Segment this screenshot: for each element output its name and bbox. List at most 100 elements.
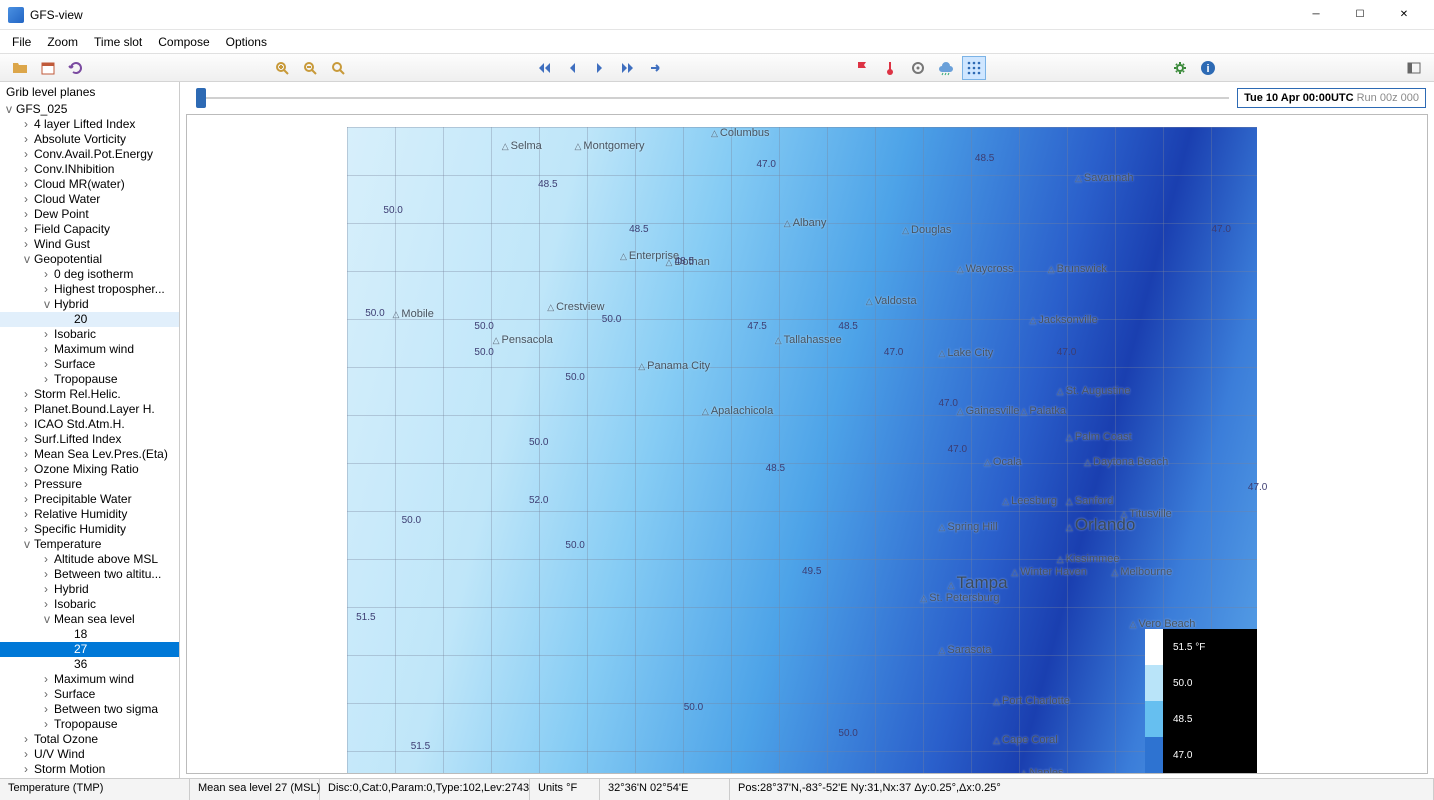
tree-node[interactable]: ›Maximum wind [0,342,179,357]
legend-row: 51.5 °F [1145,629,1257,665]
menu-timeslot[interactable]: Time slot [86,30,150,54]
open-icon[interactable] [8,56,32,80]
tree-node[interactable]: vTemperature [0,537,179,552]
contour-label: 50.0 [565,540,584,551]
status-level: Mean sea level 27 (MSL) [190,779,320,800]
city-label: Naples [1020,767,1063,774]
tree-node[interactable]: 27 [0,642,179,657]
menu-options[interactable]: Options [218,30,275,54]
tree-node[interactable]: ›U/V Wind [0,747,179,762]
tree-node[interactable]: ›4 layer Lifted Index [0,117,179,132]
tree-node[interactable]: ›Ozone Mixing Ratio [0,462,179,477]
tree-node[interactable]: 20 [0,312,179,327]
tree-node[interactable]: ›Surface [0,687,179,702]
tree-root[interactable]: vGFS_025 [0,102,179,117]
contour-label: 47.5 [747,321,766,332]
tree-node[interactable]: ›Storm Rel.Helic. [0,387,179,402]
city-label: Douglas [902,224,951,236]
tree-node[interactable]: ›ICAO Std.Atm.H. [0,417,179,432]
tree-node[interactable]: ›Total Ozone [0,732,179,747]
tree-node[interactable]: vHybrid [0,297,179,312]
tree-node[interactable]: ›Mean Sea Lev.Pres.(Eta) [0,447,179,462]
tree-node[interactable]: ›Surface [0,357,179,372]
tree-node[interactable]: ›Pressure [0,477,179,492]
sidebar[interactable]: Grib level planes vGFS_025 ›4 layer Lift… [0,82,180,778]
sidebar-header: Grib level planes [0,82,179,102]
precip-icon[interactable] [934,56,958,80]
city-label: Daytona Beach [1084,456,1168,468]
tree-node[interactable]: ›Conv.Avail.Pot.Energy [0,147,179,162]
tree-node[interactable]: ›Altitude above MSL [0,552,179,567]
menu-file[interactable]: File [4,30,39,54]
tree-node[interactable]: ›Storm Motion [0,762,179,777]
contour-label: 51.5 [356,612,375,623]
tree-node[interactable]: ›Hybrid [0,582,179,597]
city-label: Cape Coral [993,734,1058,746]
city-label: Columbus [711,127,769,139]
tree-node[interactable]: ›Wind Gust [0,237,179,252]
content: Tue 10 Apr 00:00UTC Run 00z 000 51.5 °F5… [180,82,1434,778]
tree-node[interactable]: ›Absolute Vorticity [0,132,179,147]
grid-icon[interactable] [962,56,986,80]
tree-node[interactable]: ›Conv.INhibition [0,162,179,177]
tree-node[interactable]: 18 [0,627,179,642]
status-coord: 32°36'N 02°54'E [600,779,730,800]
calendar-icon[interactable] [36,56,60,80]
tree-node[interactable]: ›Isobaric [0,597,179,612]
tree-node[interactable]: ›Between two sigma [0,702,179,717]
flag-icon[interactable] [850,56,874,80]
tree-node[interactable]: ›Tropopause [0,372,179,387]
map-viewport[interactable]: 51.5 °F50.048.547.0 SelmaMontgomeryColum… [186,114,1428,774]
window-title: GFS-view [30,8,1294,22]
tree-node[interactable]: ›Precipitable Water [0,492,179,507]
tree-node[interactable]: ›Field Capacity [0,222,179,237]
step-back-icon[interactable] [560,56,584,80]
city-label: Mobile [393,308,434,320]
menu-compose[interactable]: Compose [150,30,217,54]
ffwd-icon[interactable] [616,56,640,80]
map-canvas[interactable]: 51.5 °F50.048.547.0 SelmaMontgomeryColum… [347,127,1257,773]
step-fwd-icon[interactable] [588,56,612,80]
time-slider[interactable] [196,88,1229,108]
tree-node[interactable]: ›Specific Humidity [0,522,179,537]
tree-node[interactable]: ›Surf.Lifted Index [0,432,179,447]
tree-node[interactable]: 36 [0,657,179,672]
menu-zoom[interactable]: Zoom [39,30,86,54]
tree-node[interactable]: ›Dew Point [0,207,179,222]
tree-node[interactable]: ›Cloud MR(water) [0,177,179,192]
play-icon[interactable] [644,56,668,80]
zoom-out-icon[interactable] [298,56,322,80]
tree-node[interactable]: vGeopotential [0,252,179,267]
tree-node[interactable]: ›0 deg isotherm [0,267,179,282]
legend-row: 48.5 [1145,701,1257,737]
cyclone-icon[interactable] [906,56,930,80]
city-label: Palatka [1020,405,1066,417]
tree-node[interactable]: ›Highest tropospher... [0,282,179,297]
city-label: Spring Hill [939,521,998,533]
city-label: Brunswick [1048,263,1107,275]
city-label: Tampa [948,573,1008,593]
tree-node[interactable]: ›Maximum wind [0,672,179,687]
minimize-button[interactable]: ─ [1294,1,1338,29]
refresh-icon[interactable] [64,56,88,80]
rewind-icon[interactable] [532,56,556,80]
contour-label: 48.5 [838,321,857,332]
tree-node[interactable]: vMean sea level [0,612,179,627]
city-label: Titusville [1121,508,1172,520]
zoom-fit-icon[interactable] [326,56,350,80]
slider-handle[interactable] [196,88,206,108]
tree-node[interactable]: ›Relative Humidity [0,507,179,522]
thermo-icon[interactable] [878,56,902,80]
info-icon[interactable]: i [1196,56,1220,80]
tree-node[interactable]: ›Cloud Water [0,192,179,207]
tree-node[interactable]: ›Between two altitu... [0,567,179,582]
tree-node[interactable]: ›Isobaric [0,327,179,342]
close-button[interactable]: ✕ [1382,1,1426,29]
gear-icon[interactable] [1168,56,1192,80]
zoom-in-icon[interactable] [270,56,294,80]
contour-label: 48.5 [629,224,648,235]
tree-node[interactable]: ›Planet.Bound.Layer H. [0,402,179,417]
maximize-button[interactable]: ☐ [1338,1,1382,29]
tree-node[interactable]: ›Tropopause [0,717,179,732]
panel-icon[interactable] [1402,56,1426,80]
